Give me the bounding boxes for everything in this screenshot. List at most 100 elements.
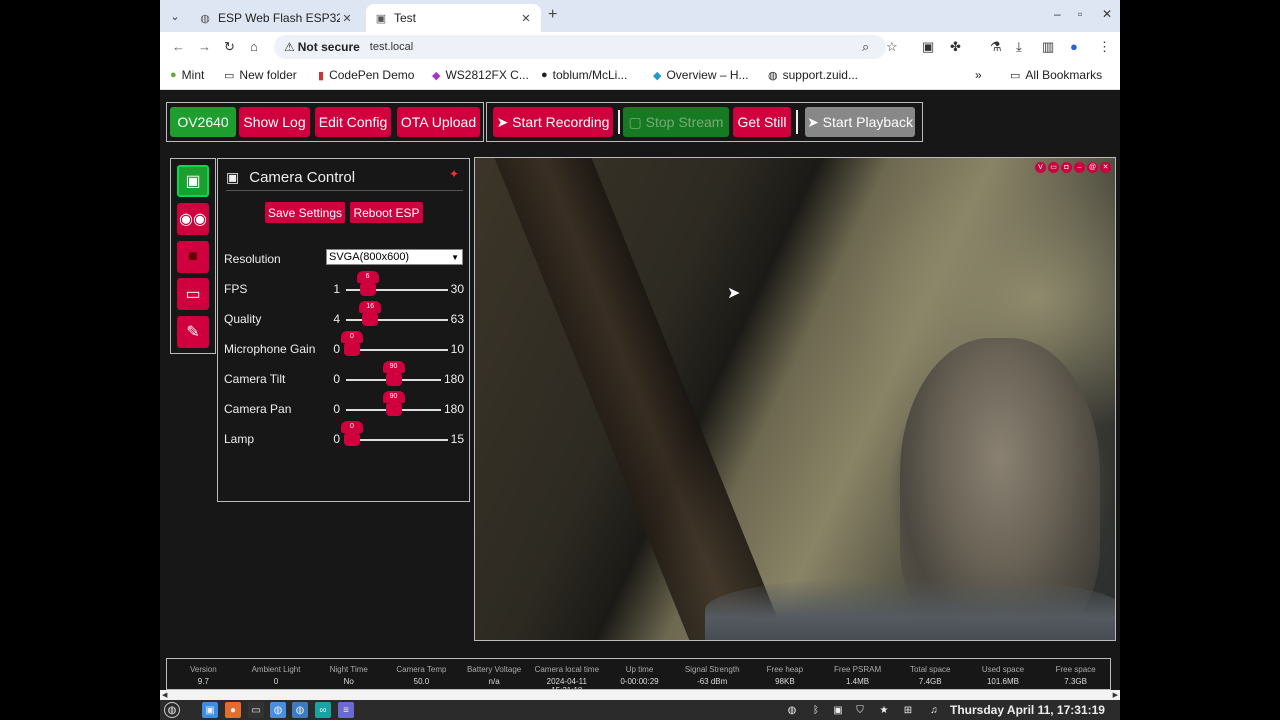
tray-icon[interactable]: ▣ bbox=[830, 702, 846, 718]
forward-icon[interactable]: → bbox=[198, 39, 211, 54]
bookmark-item[interactable]: ▭ New folder bbox=[224, 68, 297, 82]
taskbar: ◍ ▣ ● ▭ ◍ ◍ ∞ ≡ ◍ ᛒ ▣ ⛉ ★ ⊞ ♫ Thursday A… bbox=[160, 700, 1120, 720]
close-tab-icon[interactable]: ✕ bbox=[519, 12, 533, 25]
video-control-icon[interactable]: – bbox=[1074, 162, 1085, 173]
extensions-icon[interactable]: ✤ bbox=[950, 39, 961, 55]
status-label: Total space bbox=[910, 665, 951, 674]
globe-icon: ◍ bbox=[200, 12, 210, 25]
slider-thumb[interactable] bbox=[385, 402, 402, 416]
scroll-left-icon[interactable]: ◀ bbox=[162, 691, 167, 699]
close-window-icon[interactable]: ✕ bbox=[1102, 7, 1112, 21]
terminal-icon[interactable]: ▭ bbox=[248, 702, 264, 718]
sound-icon[interactable]: ♫ bbox=[926, 702, 942, 718]
bookmark-item[interactable]: ▮ CodePen Demo bbox=[318, 68, 414, 82]
slider-thumb[interactable] bbox=[359, 282, 376, 296]
bluetooth-icon[interactable]: ᛒ bbox=[808, 702, 824, 718]
monitor-icon[interactable]: ▭ bbox=[177, 278, 209, 310]
app-icon[interactable]: ● bbox=[225, 702, 241, 718]
slider-label: Camera Tilt bbox=[224, 372, 286, 386]
video-control-icon[interactable]: ◘ bbox=[1061, 162, 1072, 173]
reboot-esp-button[interactable]: Reboot ESP bbox=[350, 202, 423, 223]
close-tab-icon[interactable]: ✕ bbox=[340, 12, 354, 25]
resolution-select[interactable]: SVGA(800x600) ▼ bbox=[326, 249, 463, 265]
clock[interactable]: Thursday April 11, 17:31:19 bbox=[950, 703, 1105, 717]
new-tab-icon[interactable]: + bbox=[548, 6, 557, 24]
tray-icon[interactable]: ◍ bbox=[784, 702, 800, 718]
video-camera-icon[interactable]: ■ bbox=[177, 241, 209, 273]
video-control-icon[interactable]: V bbox=[1035, 162, 1046, 173]
slider-label: Lamp bbox=[224, 432, 255, 446]
status-item: Free space 7.3GB bbox=[1042, 665, 1110, 686]
bookmark-item[interactable]: ● toblum/McLi... bbox=[541, 68, 627, 82]
start-playback-button[interactable]: ➤ Start Playback bbox=[805, 107, 915, 137]
arduino-icon[interactable]: ∞ bbox=[315, 702, 331, 718]
app-icon[interactable]: ◍ bbox=[292, 702, 308, 718]
menu-icon[interactable]: ◍ bbox=[164, 702, 180, 718]
reload-icon[interactable]: ↻ bbox=[224, 39, 235, 55]
horizontal-scrollbar[interactable]: ◀ ▶ bbox=[160, 690, 1120, 700]
bookmark-item[interactable]: ◍ support.zuid... bbox=[768, 68, 858, 82]
minimize-icon[interactable]: – bbox=[1054, 7, 1061, 21]
video-control-icon[interactable]: ▭ bbox=[1048, 162, 1059, 173]
home-icon[interactable]: ⌂ bbox=[250, 39, 258, 54]
slider-track[interactable]: 16 bbox=[346, 301, 448, 326]
shield-icon[interactable]: ⛉ bbox=[852, 702, 868, 718]
text-editor-icon[interactable]: ≡ bbox=[338, 702, 354, 718]
address-bar[interactable]: ⚠ Not secure test.local bbox=[274, 35, 886, 59]
slider-max: 30 bbox=[450, 282, 464, 296]
start-recording-button[interactable]: ➤ Start Recording bbox=[493, 107, 613, 137]
all-bookmarks[interactable]: ▭ All Bookmarks bbox=[1010, 68, 1102, 82]
network-icon[interactable]: ⊞ bbox=[900, 702, 916, 718]
eyes-icon[interactable]: ◉◉ bbox=[177, 203, 209, 235]
ota-upload-button[interactable]: OTA Upload bbox=[397, 107, 480, 137]
edit-config-button[interactable]: Edit Config bbox=[315, 107, 391, 137]
slider-track[interactable]: 90 bbox=[346, 391, 441, 416]
slider-track[interactable]: 0 bbox=[341, 331, 448, 356]
more-bookmarks-icon[interactable]: » bbox=[975, 68, 982, 82]
wrench-icon[interactable]: ✎ bbox=[177, 316, 209, 348]
pin-icon[interactable]: ✦ bbox=[449, 167, 459, 181]
video-control-icon[interactable]: @ bbox=[1087, 162, 1098, 173]
bookmark-item[interactable]: ◆ WS2812FX C... bbox=[432, 68, 529, 82]
slider-track[interactable]: 6 bbox=[346, 271, 448, 296]
save-settings-button[interactable]: Save Settings bbox=[265, 202, 345, 223]
video-stream[interactable]: V ▭ ◘ – @ ✕ ➤ bbox=[474, 157, 1116, 641]
chrome-icon[interactable]: ◍ bbox=[270, 702, 286, 718]
bookmark-item[interactable]: ◆ Overview – H... bbox=[653, 68, 749, 82]
camera-model-button[interactable]: OV2640 bbox=[170, 107, 236, 137]
menu-icon[interactable]: ⋮ bbox=[1098, 39, 1111, 55]
tab-test[interactable]: ▣ Test ✕ bbox=[366, 4, 541, 32]
status-label: Ambient Light bbox=[251, 665, 301, 674]
slider-thumb[interactable] bbox=[344, 432, 360, 446]
bookmark-item[interactable]: ● Mint bbox=[170, 68, 204, 82]
slider-row: Quality 4 16 63 bbox=[224, 301, 464, 329]
get-still-button[interactable]: Get Still bbox=[733, 107, 791, 137]
star-icon[interactable]: ★ bbox=[876, 702, 892, 718]
slider-track[interactable]: 90 bbox=[346, 361, 441, 386]
app-icon[interactable]: ▣ bbox=[202, 702, 218, 718]
camera-icon[interactable]: ▣ bbox=[177, 165, 209, 197]
slider-thumb[interactable] bbox=[344, 342, 360, 356]
stop-stream-button[interactable]: ▢ Stop Stream bbox=[623, 107, 729, 137]
maximize-icon[interactable]: ▫ bbox=[1078, 7, 1082, 21]
bookmark-star-icon[interactable]: ☆ bbox=[886, 39, 898, 55]
profile-icon[interactable]: ● bbox=[1070, 39, 1078, 54]
back-icon[interactable]: ← bbox=[172, 39, 185, 54]
zoom-icon[interactable]: ⌕ bbox=[862, 39, 869, 55]
slider-track[interactable]: 0 bbox=[341, 421, 448, 446]
divider bbox=[618, 110, 620, 134]
download-icon[interactable]: ⤓ bbox=[1016, 39, 1022, 55]
camera-icon: ▣ bbox=[226, 169, 240, 185]
slider-max: 63 bbox=[450, 312, 464, 326]
tab-esp-web-flash[interactable]: ◍ ESP Web Flash ESP32- ✕ bbox=[190, 4, 362, 32]
tab-search-icon[interactable]: ⌄ bbox=[164, 5, 186, 27]
scroll-right-icon[interactable]: ▶ bbox=[1113, 691, 1118, 699]
video-control-icon[interactable]: ✕ bbox=[1100, 162, 1111, 173]
slider-thumb[interactable] bbox=[385, 372, 402, 386]
slider-row: Camera Pan 0 90 180 bbox=[224, 391, 464, 419]
extension-v-icon[interactable]: ▣ bbox=[922, 39, 934, 55]
side-panel-icon[interactable]: ▥ bbox=[1042, 39, 1054, 55]
show-log-button[interactable]: Show Log bbox=[239, 107, 310, 137]
slider-thumb[interactable] bbox=[362, 312, 379, 326]
lab-icon[interactable]: ⚗ bbox=[990, 39, 1002, 55]
